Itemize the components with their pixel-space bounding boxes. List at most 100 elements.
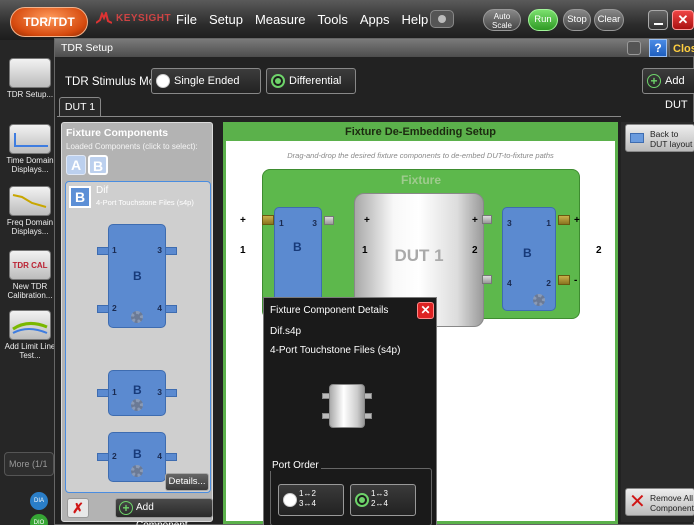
- menu-setup[interactable]: Setup: [209, 12, 243, 27]
- connector-icon: [482, 275, 492, 284]
- component-block-2port[interactable]: 1 3 B: [97, 370, 177, 416]
- layout-icon: [630, 133, 644, 143]
- camera-icon[interactable]: [430, 10, 454, 28]
- radio-selected-icon: [271, 74, 285, 88]
- component-chip-a[interactable]: A: [66, 155, 86, 175]
- sidebar-item-tdr-setup[interactable]: TDR Setup...: [4, 58, 56, 99]
- left-sidebar: TDR Setup... Time Domain Displays... Fre…: [0, 40, 58, 525]
- component-block-4port[interactable]: 1 3 2 4 B: [97, 224, 177, 328]
- gear-icon: [131, 311, 143, 323]
- add-dut-button[interactable]: + Add DUT: [642, 68, 694, 111]
- button-label: Add DUT: [665, 75, 688, 111]
- port-number: 2: [596, 245, 602, 256]
- radio-selected-icon: [355, 493, 369, 507]
- connector-icon: [558, 275, 570, 285]
- menu-tools[interactable]: Tools: [318, 12, 348, 27]
- plus-icon: +: [647, 74, 661, 88]
- autoscale-button[interactable]: Auto Scale: [483, 9, 521, 31]
- panel-title: Fixture Components: [66, 127, 169, 139]
- add-component-button[interactable]: + Add Component...: [115, 498, 213, 525]
- sidebar-more-button[interactable]: More (1/1: [4, 452, 54, 476]
- help-button[interactable]: ?: [649, 39, 667, 57]
- menu-help[interactable]: Help: [402, 12, 429, 27]
- component-desc: 4-Port Touchstone Files (s4p): [96, 198, 194, 207]
- panel-subtitle: Loaded Components (click to select):: [66, 142, 198, 151]
- delete-component-button[interactable]: ✗: [67, 498, 89, 518]
- single-ended-radio[interactable]: Single Ended: [151, 68, 261, 94]
- port-order-option-1[interactable]: 1↔2 3↔4: [278, 484, 344, 516]
- popup-description: 4-Port Touchstone Files (s4p): [270, 345, 401, 356]
- port-number: 3: [507, 218, 512, 228]
- port-number: 4: [157, 451, 162, 461]
- stop-button[interactable]: Stop: [563, 9, 591, 31]
- details-button[interactable]: Details...: [165, 473, 209, 491]
- option-line: 1↔3: [371, 489, 388, 498]
- port-number: 3: [312, 218, 317, 228]
- top-menu-bar: TDR/TDT KEYSIGHT File Setup Measure Tool…: [0, 0, 694, 40]
- port-number: 1: [240, 245, 246, 256]
- fixture-block-right[interactable]: 3 1 4 2 B: [502, 207, 556, 311]
- tdr-setup-icon: [9, 58, 51, 88]
- sign-label: -: [574, 275, 578, 286]
- sidebar-item-tdr-calibration[interactable]: TDR CAL New TDR Calibration...: [4, 250, 56, 300]
- setup-hint: Drag-and-drop the desired fixture compon…: [287, 151, 554, 160]
- sidebar-item-label: New TDR Calibration...: [7, 282, 53, 300]
- minimize-button[interactable]: [648, 10, 668, 30]
- plus-icon: +: [119, 501, 133, 515]
- popup-close-button[interactable]: ✕: [417, 302, 434, 319]
- component-chip-icon: [322, 384, 372, 428]
- port-number: 1: [362, 245, 368, 256]
- radio-icon: [283, 493, 297, 507]
- fixture-block-left[interactable]: 1 3 B: [274, 207, 322, 311]
- fixture-label: Fixture: [400, 173, 441, 187]
- port-number: 1: [279, 218, 284, 228]
- sidebar-item-time-domain[interactable]: Time Domain Displays...: [4, 124, 56, 174]
- sign-label: +: [472, 215, 478, 226]
- port-order-option-2[interactable]: 1↔3 2↔4: [350, 484, 416, 516]
- app-close-button[interactable]: ✕: [672, 10, 694, 30]
- menu-bar: File Setup Measure Tools Apps Help: [176, 12, 428, 27]
- sidebar-item-label: Time Domain Displays...: [6, 156, 54, 174]
- port-number: 1: [112, 245, 117, 255]
- dia-indicator[interactable]: DIA: [30, 492, 48, 510]
- port-number: 4: [507, 278, 512, 288]
- port-number: 1: [112, 387, 117, 397]
- radio-icon: [156, 74, 170, 88]
- port-number: 4: [157, 303, 162, 313]
- differential-radio[interactable]: Differential: [266, 68, 356, 94]
- gear-icon: [131, 399, 143, 411]
- freq-domain-icon: [9, 186, 51, 216]
- option-line: 1↔2: [299, 489, 316, 498]
- sidebar-item-freq-domain[interactable]: Freq Domain Displays...: [4, 186, 56, 236]
- dio-indicator[interactable]: DIO: [30, 514, 48, 525]
- component-block-2port[interactable]: 2 4 B: [97, 432, 177, 482]
- dialog-close-button[interactable]: Clos: [669, 39, 694, 57]
- dialog-minimize-button[interactable]: [627, 41, 641, 55]
- menu-measure[interactable]: Measure: [255, 12, 306, 27]
- setup-title: Fixture De-Embedding Setup: [226, 125, 615, 141]
- button-label: Remove All Components: [650, 493, 694, 513]
- port-number: 3: [157, 245, 162, 255]
- menu-apps[interactable]: Apps: [360, 12, 390, 27]
- component-name: Dif: [96, 185, 109, 196]
- tdr-setup-dialog: TDR Setup ? Clos TDR Stimulus Mode: Sing…: [54, 38, 694, 525]
- fixture-component-details-popup: Fixture Component Details ✕ Dif.s4p 4-Po…: [263, 297, 437, 525]
- clear-button[interactable]: Clear: [594, 9, 624, 31]
- remove-all-components-button[interactable]: ✕ Remove All Components: [625, 488, 694, 516]
- remove-x-icon: ✕: [629, 491, 646, 513]
- keysight-wave-icon: [96, 12, 112, 24]
- option-line: 3↔4: [299, 499, 316, 508]
- port-number: 2: [112, 303, 117, 313]
- port-number: 2: [112, 451, 117, 461]
- radio-label: Differential: [289, 75, 342, 87]
- sign-label: +: [364, 215, 370, 226]
- keysight-logo: KEYSIGHT: [96, 12, 171, 24]
- menu-file[interactable]: File: [176, 12, 197, 27]
- limit-line-icon: [9, 310, 51, 340]
- back-to-dut-layout-button[interactable]: Back to DUT layout: [625, 124, 694, 152]
- sidebar-item-limit-line[interactable]: Add Limit Line Test...: [4, 310, 56, 360]
- run-button[interactable]: Run: [528, 9, 558, 31]
- component-chip-b[interactable]: B: [88, 155, 108, 175]
- tdr-tdt-button[interactable]: TDR/TDT: [10, 7, 88, 37]
- tab-dut-1[interactable]: DUT 1: [59, 97, 101, 117]
